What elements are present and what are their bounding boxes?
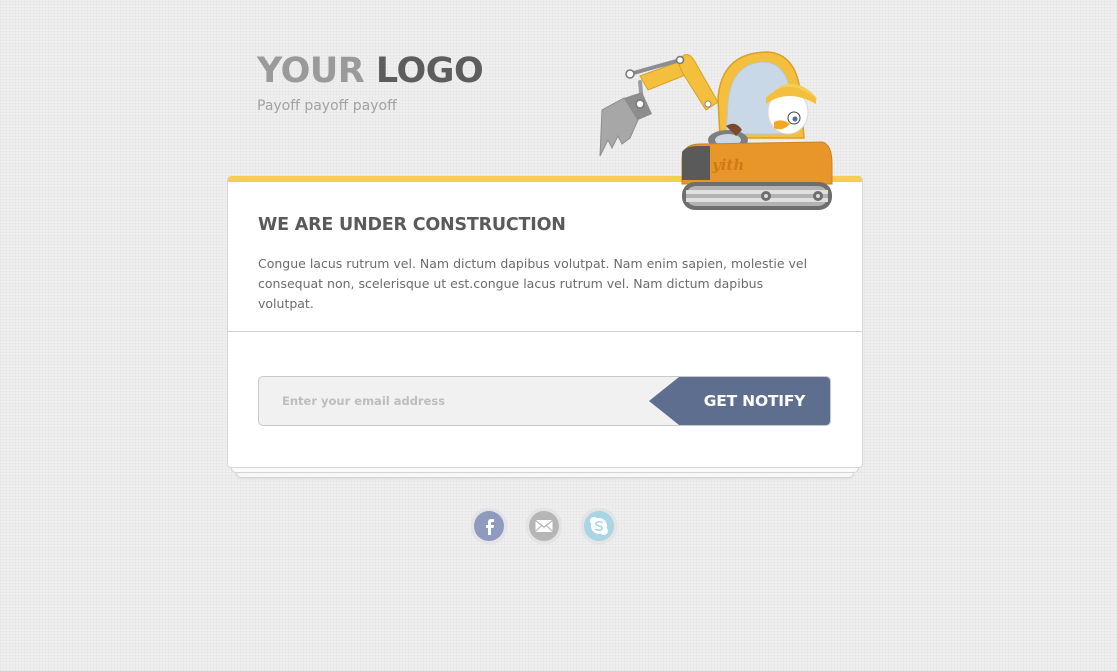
skype-icon[interactable] [580, 507, 618, 545]
payoff-tagline: Payoff payoff payoff [257, 98, 397, 114]
email-input[interactable] [259, 377, 679, 425]
logo-word-logo: LOGO [375, 51, 484, 91]
card-title: WE ARE UNDER CONSTRUCTION [258, 215, 566, 235]
notify-form: GET NOTIFY [258, 376, 831, 426]
excavator-illustration: yith [590, 40, 840, 220]
card-divider [228, 331, 862, 332]
facebook-icon[interactable] [470, 507, 508, 545]
envelope-icon[interactable] [525, 507, 563, 545]
get-notify-button[interactable]: GET NOTIFY [649, 377, 830, 425]
logo-word-your: YOUR [257, 51, 365, 91]
illustration-brand-text: yith [711, 156, 744, 174]
card-description: Congue lacus rutrum vel. Nam dictum dapi… [258, 256, 808, 311]
logo: YOUR LOGO [257, 50, 484, 92]
